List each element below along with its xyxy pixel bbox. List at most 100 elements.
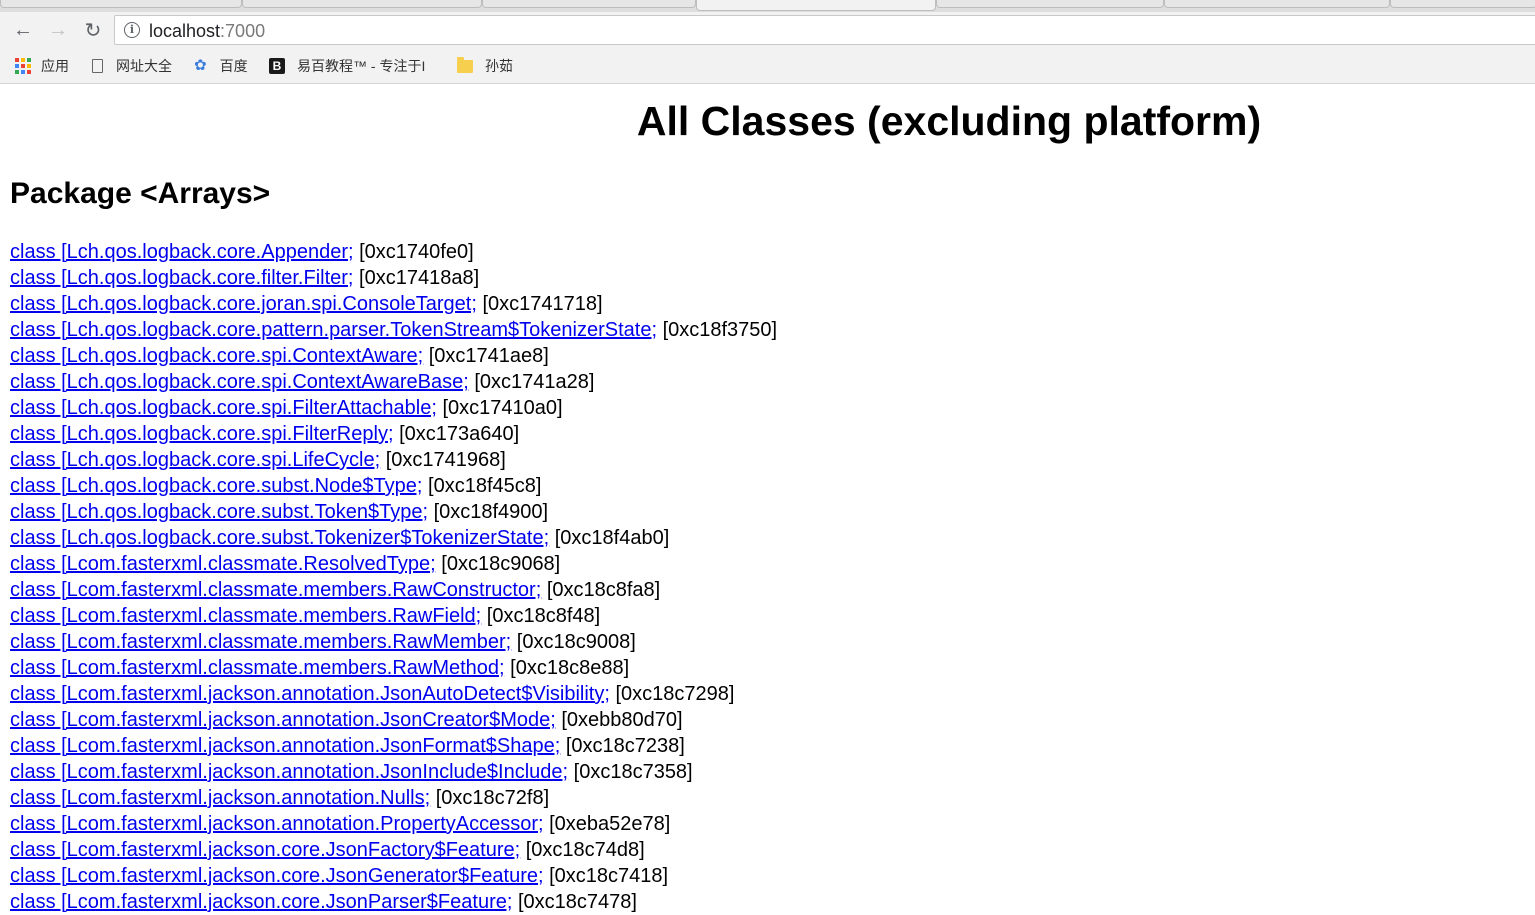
page-icon [92, 59, 103, 73]
class-link[interactable]: class [Lcom.fasterxml.jackson.core.JsonG… [10, 865, 544, 887]
browser-tab[interactable] [482, 0, 696, 8]
bookmark-folder[interactable]: 孙茹 [457, 56, 513, 76]
class-address: [0xc18c74d8] [525, 839, 645, 861]
apps-grid-icon [15, 58, 31, 74]
class-link[interactable]: class [Lcom.fasterxml.classmate.Resolved… [10, 553, 436, 575]
class-link[interactable]: class [Lch.qos.logback.core.subst.Tokeni… [10, 527, 549, 549]
package-heading: Package <Arrays> [10, 177, 271, 210]
class-link[interactable]: class [Lcom.fasterxml.classmate.members.… [10, 631, 511, 653]
folder-icon [457, 56, 473, 73]
class-link[interactable]: class [Lcom.fasterxml.classmate.members.… [10, 579, 541, 601]
class-address: [0xc1741a28] [474, 371, 595, 393]
b-logo-icon: B [269, 58, 285, 74]
page-content: All Classes (excluding platform) Package… [0, 85, 1535, 913]
class-address: [0xc1740fe0] [359, 241, 474, 263]
class-link[interactable]: class [Lcom.fasterxml.jackson.annotation… [10, 813, 544, 835]
class-link[interactable]: class [Lch.qos.logback.core.filter.Filte… [10, 267, 353, 289]
address-bar[interactable]: i localhost:7000 [114, 15, 1535, 45]
class-address: [0xc18f3750] [662, 319, 778, 341]
class-address: [0xc18c72f8] [435, 787, 550, 809]
bookmark-label: 应用 [41, 58, 69, 74]
bookmark-label: 网址大全 [116, 58, 172, 74]
class-link[interactable]: class [Lch.qos.logback.core.spi.ContextA… [10, 371, 469, 393]
list-item: class [Lcom.fasterxml.jackson.annotation… [10, 811, 777, 837]
bookmark-yiibai[interactable]: B 易百教程™ - 专注于I [269, 56, 425, 76]
list-item: class [Lch.qos.logback.core.spi.ContextA… [10, 343, 777, 369]
class-address: [0xc18c8e88] [510, 657, 630, 679]
list-item: class [Lcom.fasterxml.classmate.members.… [10, 603, 777, 629]
list-item: class [Lcom.fasterxml.classmate.members.… [10, 629, 777, 655]
class-address: [0xc18c7358] [573, 761, 693, 783]
class-address: [0xc18c8fa8] [546, 579, 661, 601]
browser-tab[interactable] [936, 0, 1164, 8]
class-address: [0xebb80d70] [561, 709, 683, 731]
list-item: class [Lcom.fasterxml.classmate.members.… [10, 577, 777, 603]
class-link[interactable]: class [Lch.qos.logback.core.spi.FilterAt… [10, 397, 437, 419]
class-address: [0xc17418a8] [359, 267, 480, 289]
list-item: class [Lch.qos.logback.core.spi.ContextA… [10, 369, 777, 395]
class-link[interactable]: class [Lch.qos.logback.core.spi.ContextA… [10, 345, 423, 367]
list-item: class [Lcom.fasterxml.jackson.annotation… [10, 785, 777, 811]
class-address: [0xc18c8f48] [486, 605, 601, 627]
class-address: [0xc18f4900] [433, 501, 549, 523]
list-item: class [Lcom.fasterxml.jackson.core.JsonG… [10, 863, 777, 889]
url-port: :7000 [220, 21, 266, 41]
class-link[interactable]: class [Lch.qos.logback.core.subst.Node$T… [10, 475, 422, 497]
back-button[interactable]: ← [10, 17, 36, 43]
class-address: [0xc18c9008] [516, 631, 636, 653]
info-icon[interactable]: i [124, 22, 140, 38]
browser-toolbar: ← → ↻ i localhost:7000 [0, 12, 1535, 48]
class-link[interactable]: class [Lcom.fasterxml.jackson.annotation… [10, 735, 560, 757]
class-link[interactable]: class [Lch.qos.logback.core.joran.spi.Co… [10, 293, 477, 315]
bookmark-label: 易百教程™ - 专注于I [297, 58, 426, 74]
class-link[interactable]: class [Lch.qos.logback.core.subst.Token$… [10, 501, 428, 523]
class-link[interactable]: class [Lcom.fasterxml.classmate.members.… [10, 605, 481, 627]
class-link[interactable]: class [Lch.qos.logback.core.spi.LifeCycl… [10, 449, 380, 471]
list-item: class [Lcom.fasterxml.jackson.annotation… [10, 707, 777, 733]
list-item: class [Lcom.fasterxml.jackson.annotation… [10, 759, 777, 785]
class-address: [0xc18c9068] [441, 553, 561, 575]
bookmark-apps[interactable]: 应用 [15, 56, 69, 76]
bookmarks-bar: 应用 网址大全 ✿ 百度 B 易百教程™ - 专注于I 孙茹 [0, 48, 1535, 84]
baidu-paw-icon: ✿ [194, 57, 207, 74]
list-item: class [Lcom.fasterxml.classmate.members.… [10, 655, 777, 681]
class-link[interactable]: class [Lch.qos.logback.core.pattern.pars… [10, 319, 657, 341]
browser-tab[interactable] [0, 0, 242, 8]
reload-button[interactable]: ↻ [80, 17, 106, 43]
list-item: class [Lcom.fasterxml.jackson.core.JsonP… [10, 889, 777, 915]
class-link[interactable]: class [Lch.qos.logback.core.Appender; [10, 241, 354, 263]
class-address: [0xc18c7418] [549, 865, 669, 887]
class-address: [0xc1741968] [385, 449, 506, 471]
list-item: class [Lch.qos.logback.core.spi.LifeCycl… [10, 447, 777, 473]
list-item: class [Lch.qos.logback.core.subst.Token$… [10, 499, 777, 525]
class-address: [0xc18f4ab0] [554, 527, 670, 549]
bookmark-url-directory[interactable]: 网址大全 [92, 56, 172, 76]
list-item: class [Lch.qos.logback.core.pattern.pars… [10, 317, 777, 343]
page-title: All Classes (excluding platform) [636, 98, 1262, 144]
browser-tab[interactable] [1164, 0, 1390, 8]
class-address: [0xc17410a0] [442, 397, 563, 419]
class-link[interactable]: class [Lcom.fasterxml.jackson.annotation… [10, 683, 610, 705]
reload-icon: ↻ [84, 19, 102, 42]
class-link[interactable]: class [Lcom.fasterxml.jackson.core.JsonF… [10, 839, 520, 861]
class-link[interactable]: class [Lcom.fasterxml.classmate.members.… [10, 657, 505, 679]
list-item: class [Lch.qos.logback.core.Appender; [0… [10, 239, 777, 265]
list-item: class [Lch.qos.logback.core.subst.Node$T… [10, 473, 777, 499]
class-link[interactable]: class [Lcom.fasterxml.jackson.annotation… [10, 709, 556, 731]
arrow-left-icon: ← [13, 18, 33, 41]
bookmark-baidu[interactable]: ✿ 百度 [194, 56, 248, 76]
forward-button[interactable]: → [45, 17, 71, 43]
url-text[interactable]: localhost:7000 [149, 21, 265, 42]
class-address: [0xc1741ae8] [428, 345, 549, 367]
list-item: class [Lch.qos.logback.core.spi.FilterAt… [10, 395, 777, 421]
list-item: class [Lch.qos.logback.core.filter.Filte… [10, 265, 777, 291]
browser-tab-active[interactable] [696, 0, 936, 11]
class-address: [0xc1741718] [482, 293, 603, 315]
list-item: class [Lch.qos.logback.core.joran.spi.Co… [10, 291, 777, 317]
browser-tab[interactable] [242, 0, 482, 8]
class-link[interactable]: class [Lcom.fasterxml.jackson.annotation… [10, 761, 568, 783]
class-link[interactable]: class [Lch.qos.logback.core.spi.FilterRe… [10, 423, 394, 445]
class-link[interactable]: class [Lcom.fasterxml.jackson.annotation… [10, 787, 430, 809]
class-address: [0xc18c7238] [565, 735, 685, 757]
browser-tab[interactable] [1390, 0, 1535, 8]
